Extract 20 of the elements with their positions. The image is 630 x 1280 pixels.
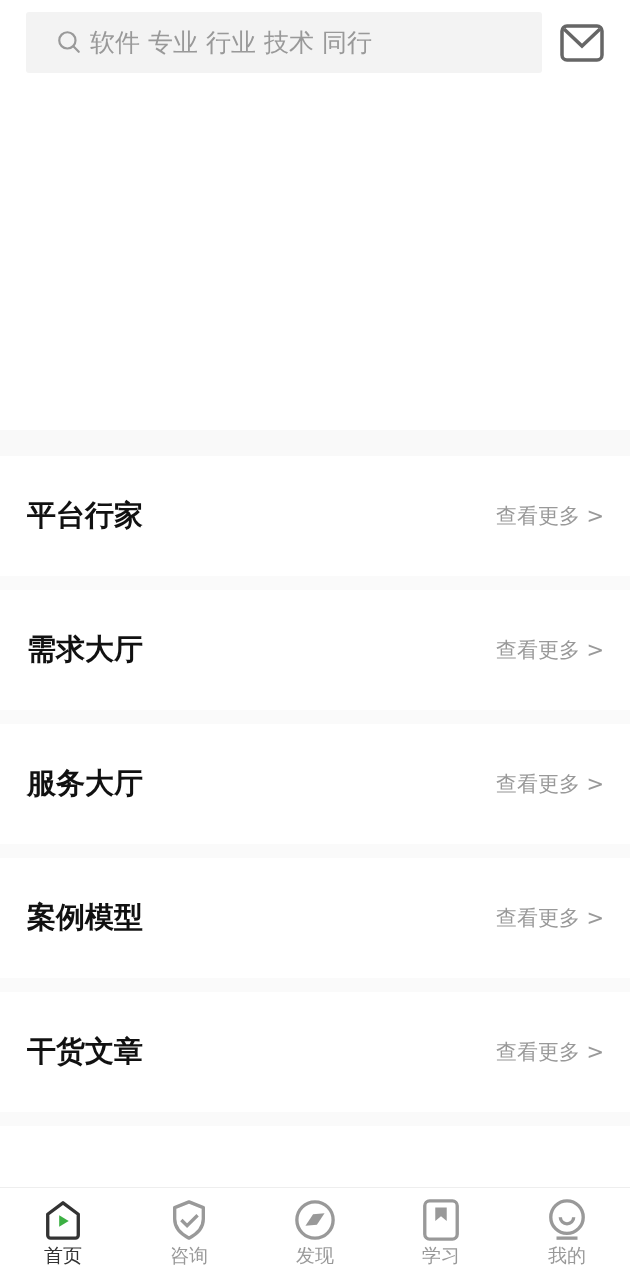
- section-title: 平台行家: [27, 497, 143, 534]
- view-more-link[interactable]: 查看更多 >: [495, 770, 604, 798]
- mail-icon[interactable]: [560, 24, 604, 62]
- tab[interactable]: 首页: [0, 1188, 126, 1280]
- tab[interactable]: 咨询: [126, 1188, 252, 1280]
- view-more-link[interactable]: 查看更多 >: [495, 636, 604, 664]
- view-more-link[interactable]: 查看更多 >: [495, 1038, 604, 1066]
- search-field[interactable]: 软件 专业 行业 技术 同行: [26, 11, 542, 73]
- compass-icon: [294, 1199, 336, 1241]
- view-more-link[interactable]: 查看更多 >: [495, 904, 604, 932]
- section-title: 干货文章: [27, 1033, 143, 1070]
- smiley-icon: [546, 1199, 588, 1241]
- section-title: 服务大厅: [27, 765, 143, 802]
- section-title: 需求大厅: [27, 631, 143, 668]
- section-title: 案例模型: [27, 899, 143, 936]
- tab[interactable]: 学习: [378, 1188, 504, 1280]
- tab[interactable]: 我的: [504, 1188, 630, 1280]
- bookmark-icon: [420, 1199, 462, 1241]
- view-more-link[interactable]: 查看更多 >: [495, 502, 604, 530]
- tab[interactable]: 发现: [252, 1188, 378, 1280]
